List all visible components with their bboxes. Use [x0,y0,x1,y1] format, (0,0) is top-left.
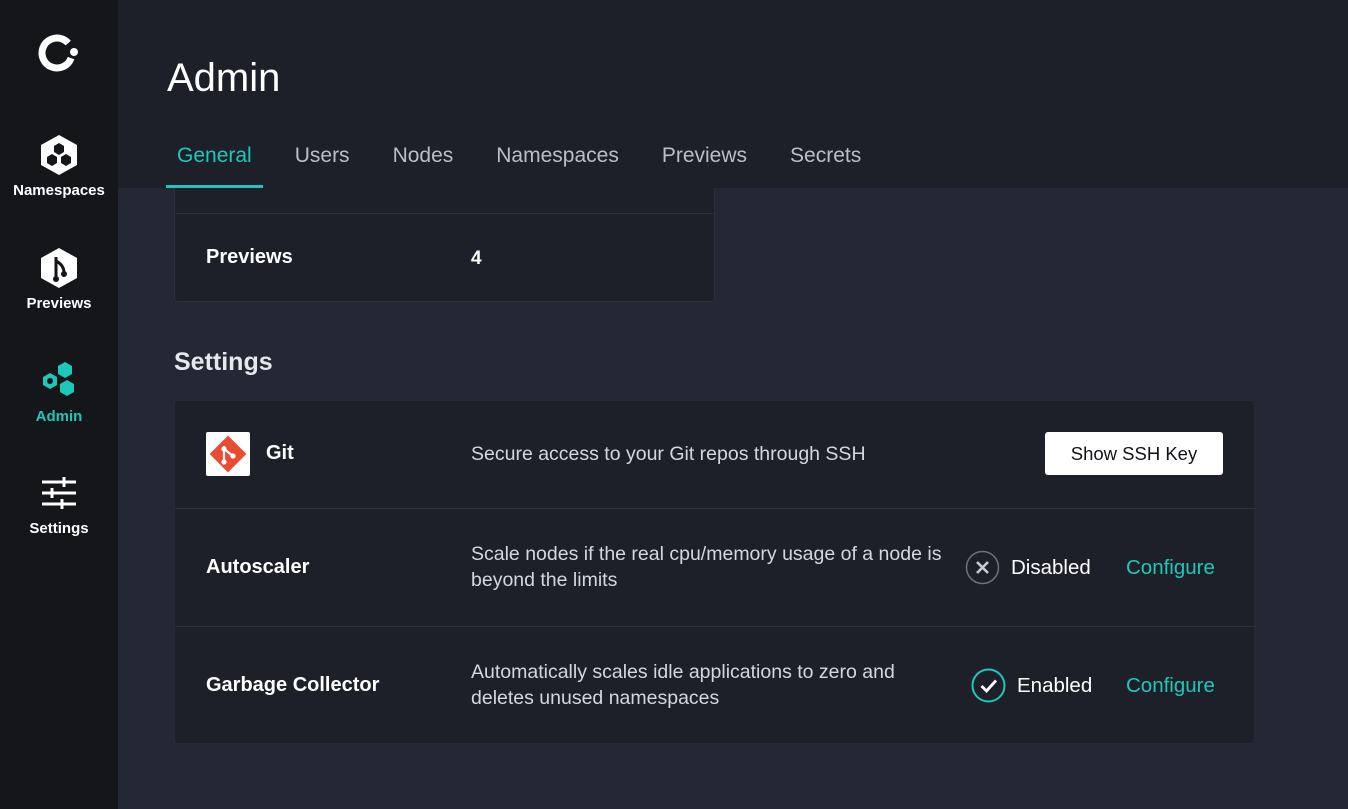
tab-secrets[interactable]: Secrets [779,138,872,188]
setting-row-garbage-collector: Garbage Collector Automatically scales i… [175,626,1256,744]
sliders-icon [42,477,76,509]
sidebar-item-label: Previews [26,295,92,312]
sidebar-item-previews[interactable]: Previews [0,247,118,312]
setting-row-autoscaler: Autoscaler Scale nodes if the real cpu/m… [175,508,1256,626]
stats-previews-value: 4 [471,248,482,269]
setting-row-git: Git Secure access to your Git repos thro… [175,401,1256,508]
garbage-collector-status: Enabled [971,668,1092,703]
setting-name-git: Git [266,442,294,464]
autoscaler-configure-link[interactable]: Configure [1126,556,1215,580]
setting-desc-garbage-collector: Automatically scales idle applications t… [471,661,895,709]
tab-previews[interactable]: Previews [651,138,758,188]
stats-card: Previews 4 [174,188,715,302]
divider [175,626,1256,627]
autoscaler-status: Disabled [965,550,1091,585]
autoscaler-status-text: Disabled [1011,555,1091,579]
settings-section-title: Settings [174,348,273,376]
tab-bar: General Users Nodes Namespaces Previews … [166,138,893,188]
setting-name-garbage-collector: Garbage Collector [206,674,380,696]
setting-name-autoscaler: Autoscaler [206,556,310,578]
namespaces-hex-icon [41,135,77,175]
sidebar-item-admin[interactable]: Admin [0,360,118,425]
show-ssh-key-button[interactable]: Show SSH Key [1045,432,1223,475]
git-logo-icon [206,432,250,476]
sidebar: Namespaces Previews Admin Settings [0,0,118,809]
divider [175,213,714,214]
garbage-collector-status-text: Enabled [1017,673,1093,697]
stats-previews-label: Previews [206,246,293,268]
tab-nodes[interactable]: Nodes [382,138,465,188]
page-header: Admin General Users Nodes Namespaces Pre… [118,0,1348,188]
divider [175,508,1256,509]
garbage-collector-configure-link[interactable]: Configure [1126,674,1215,698]
x-circle-icon [965,550,1000,585]
sidebar-item-namespaces[interactable]: Namespaces [0,134,118,199]
previews-branch-icon [41,248,77,288]
sidebar-item-label: Namespaces [13,182,105,199]
tab-users[interactable]: Users [284,138,361,188]
tab-general[interactable]: General [166,138,263,188]
page-title: Admin [167,56,281,100]
logo-c-icon[interactable] [36,30,82,76]
sidebar-item-settings[interactable]: Settings [0,472,118,537]
tab-namespaces[interactable]: Namespaces [485,138,630,188]
sidebar-item-label: Admin [35,408,83,425]
setting-desc-git: Secure access to your Git repos through … [471,443,866,465]
admin-hex-icon [43,362,74,396]
check-circle-icon [971,668,1006,703]
settings-card: Git Secure access to your Git repos thro… [174,400,1256,744]
setting-desc-autoscaler: Scale nodes if the real cpu/memory usage… [471,543,942,591]
sidebar-item-label: Settings [29,520,89,537]
